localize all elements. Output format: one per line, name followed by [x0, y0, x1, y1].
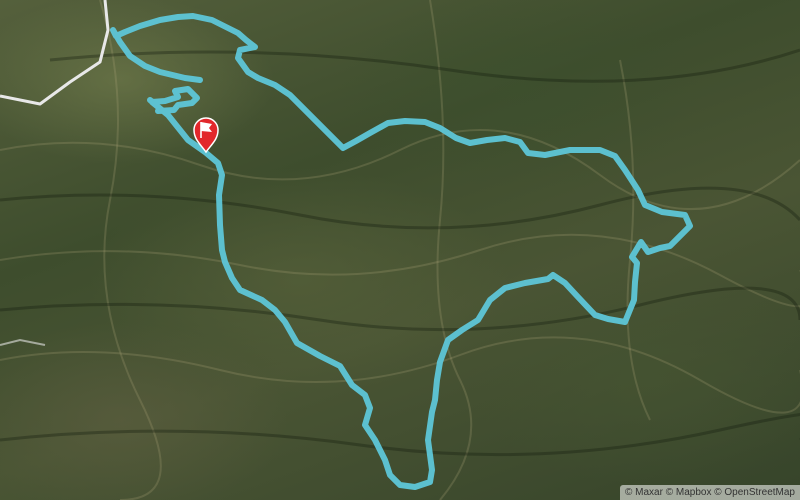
- road: [0, 338, 46, 346]
- road: [0, 0, 110, 106]
- route-line: [110, 13, 693, 490]
- terrain-layer: [0, 0, 800, 500]
- map-view[interactable]: © Maxar © Mapbox © OpenStreetMap: [0, 0, 800, 500]
- attribution-maxar[interactable]: © Maxar: [625, 487, 663, 498]
- map-attribution[interactable]: © Maxar © Mapbox © OpenStreetMap: [620, 485, 800, 500]
- attribution-mapbox[interactable]: © Mapbox: [666, 487, 712, 498]
- attribution-osm[interactable]: © OpenStreetMap: [714, 487, 795, 498]
